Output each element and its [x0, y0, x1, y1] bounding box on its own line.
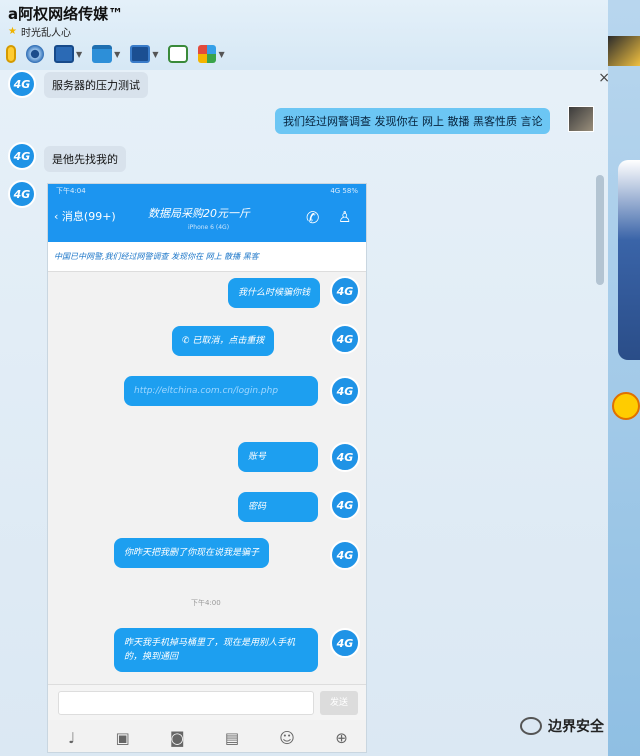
signature-row: ★ 时光乱人心 — [8, 24, 71, 39]
phone-back-label: 消息(99+) — [61, 210, 116, 223]
red-packet-icon: ▤ — [224, 729, 239, 747]
camera-icon — [26, 45, 44, 63]
message-bubble: 服务器的压力测试 — [44, 72, 148, 98]
phone-message: 昨天我手机掉马桶里了，现在是用别人手机的，换到通回 — [114, 628, 318, 672]
new-chat-icon — [168, 45, 189, 63]
phone-message: 密码 — [238, 492, 318, 522]
phone-message-input — [58, 691, 314, 715]
microphone-icon — [6, 45, 16, 63]
phone-message: 你昨天把我删了你现在说我是骗子 — [114, 538, 270, 568]
screen-share-button[interactable]: ▼ — [54, 45, 82, 63]
chevron-down-icon[interactable]: ▼ — [218, 50, 224, 59]
phone-nav-bar: ‹ 消息(99+) 数据局采购20元一斤 iPhone 6 (4G) ✆ ♙ — [48, 198, 366, 242]
side-panel — [608, 0, 640, 756]
user-icon: ♙ — [338, 208, 352, 226]
message-bubble: 是他先找我的 — [44, 146, 126, 172]
image-icon: ▣ — [115, 729, 130, 747]
emoji-icon: ☺ — [279, 729, 295, 747]
phone-avatar: 4G — [330, 276, 360, 306]
apps-icon — [198, 45, 217, 63]
watermark-text: 边界安全 — [548, 719, 604, 735]
phone-contact-title: 数据局采购20元一斤 — [148, 207, 250, 220]
voice-call-button[interactable] — [6, 45, 16, 63]
wechat-icon — [520, 717, 542, 735]
mascot-icon — [612, 392, 640, 420]
phone-message: 账号 — [238, 442, 318, 472]
video-call-button[interactable] — [26, 45, 44, 63]
phone-send-button: 发送 — [320, 691, 358, 715]
file-transfer-icon — [92, 45, 113, 63]
watermark: 边界安全 — [520, 716, 604, 736]
camera-icon: ◙ — [169, 729, 185, 747]
contact-avatar[interactable]: 4G — [8, 142, 36, 170]
phone-avatar: 4G — [330, 376, 360, 406]
phone-message: 我什么时候骗你钱 — [228, 278, 321, 308]
remote-desktop-button[interactable]: ▼ — [130, 45, 158, 63]
phone-back-button: ‹ 消息(99+) — [54, 210, 116, 223]
phone-avatar: 4G — [330, 324, 360, 354]
phone-message: http://eltchina.com.cn/login.php — [124, 376, 318, 406]
phone-status-bar: 下午4:04 4G 58% — [48, 184, 366, 198]
screen-share-icon — [54, 45, 74, 63]
new-chat-button[interactable] — [168, 45, 189, 63]
signature-text: 时光乱人心 — [20, 27, 71, 39]
chat-toolbar: ▼ ▼ ▼ ▼ — [6, 42, 235, 66]
phone-message: ✆ 已取消，点击重拨 — [172, 326, 275, 356]
phone-message-text: 已取消，点击重拨 — [192, 336, 265, 346]
apps-button[interactable]: ▼ — [198, 45, 225, 63]
contact-avatar[interactable]: 4G — [8, 180, 36, 208]
window-header: a阿权网络传媒™ ★ 时光乱人心 ▼ ▼ ▼ ▼ — [0, 0, 640, 70]
show-figure — [618, 160, 640, 360]
chevron-down-icon[interactable]: ▼ — [114, 50, 120, 59]
contact-avatar[interactable]: 4G — [8, 70, 36, 98]
window-title: a阿权网络传媒™ — [8, 5, 124, 23]
phone-avatar: 4G — [330, 442, 360, 472]
user-avatar[interactable] — [568, 106, 594, 132]
phone-banner: 中国已中网警,我们经过网警调查 发现你在 网上 散播 黑客 — [48, 242, 366, 272]
file-transfer-button[interactable]: ▼ — [92, 45, 120, 63]
microphone-icon: ♩ — [68, 729, 76, 747]
phone-toolbar: ♩ ▣ ◙ ▤ ☺ ⊕ — [48, 722, 366, 752]
star-icon: ★ — [8, 25, 17, 37]
phone-input-row: 发送 — [48, 684, 366, 720]
message-bubble: 我们经过网警调查 发现你在 网上 散播 黑客性质 言论 — [275, 108, 551, 134]
phone-contact-sub: iPhone 6 (4G) — [188, 224, 230, 231]
remote-desktop-icon — [130, 45, 151, 63]
plus-icon: ⊕ — [335, 729, 348, 747]
phone-avatar: 4G — [330, 490, 360, 520]
phone-icon: ✆ — [306, 208, 320, 227]
chevron-down-icon[interactable]: ▼ — [76, 50, 82, 59]
chat-scrollbar[interactable] — [596, 175, 604, 285]
phone-timestamp: 下午4:00 — [191, 599, 221, 607]
phone-avatar: 4G — [330, 628, 360, 658]
phone-screenshot[interactable]: 下午4:04 4G 58% ‹ 消息(99+) 数据局采购20元一斤 iPhon… — [47, 183, 367, 753]
chevron-down-icon[interactable]: ▼ — [152, 50, 158, 59]
phone-battery: 4G 58% — [330, 187, 358, 195]
phone-time: 下午4:04 — [56, 187, 86, 195]
phone-avatar: 4G — [330, 540, 360, 570]
contact-photo[interactable] — [608, 36, 640, 66]
